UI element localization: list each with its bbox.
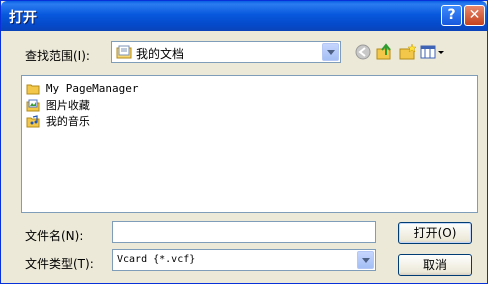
filetype-value: Vcard {*.vcf} [117,254,196,265]
lookin-dropdown[interactable]: 我的文档 [111,41,341,63]
lookin-value: 我的文档 [136,47,185,61]
chevron-down-icon[interactable] [322,43,339,61]
help-button[interactable]: ? [441,5,462,26]
music-folder-icon [26,114,40,127]
file-name: 图片收藏 [45,99,90,112]
back-icon[interactable] [354,43,372,61]
open-dialog: 打开 ? ✕ 查找范围(I): 我的文档 My PageManager 图片收藏… [0,0,488,284]
file-name: 我的音乐 [45,115,90,128]
lookin-label: 查找范围(I): [25,49,90,63]
filetype-label: 文件类型(T): [25,257,94,271]
up-folder-icon[interactable] [376,43,394,61]
file-list[interactable]: My PageManager 图片收藏 我的音乐 [21,75,478,213]
filename-label: 文件名(N): [25,229,84,243]
file-name: My PageManager [45,82,139,95]
title-bar[interactable]: 打开 ? ✕ [1,1,487,31]
new-folder-icon[interactable] [399,43,417,61]
chevron-down-icon[interactable] [357,251,374,269]
folder-icon [26,84,40,95]
close-button[interactable]: ✕ [464,5,485,26]
filename-input[interactable] [112,221,376,243]
cancel-button[interactable]: 取消 [398,254,472,276]
filetype-dropdown[interactable]: Vcard {*.vcf} [112,249,376,271]
documents-folder-icon [116,45,132,59]
list-item[interactable]: 我的音乐 [26,113,90,129]
list-item[interactable]: My PageManager [26,81,139,97]
pictures-folder-icon [26,99,40,111]
window-title: 打开 [9,10,37,26]
open-button[interactable]: 打开(O) [398,222,472,244]
view-menu-icon[interactable] [420,43,446,61]
list-item[interactable]: 图片收藏 [26,97,90,113]
